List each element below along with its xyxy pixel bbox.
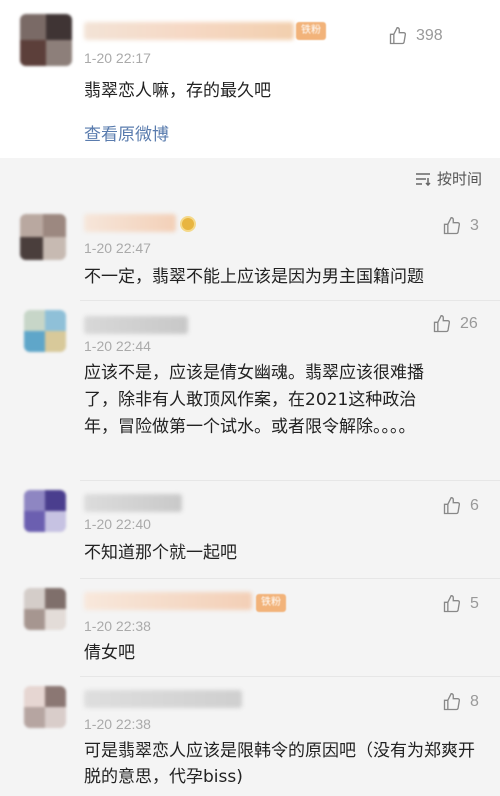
thumbs-up-icon [443, 692, 461, 711]
comment-text: 翡翠恋人嘛，存的最久吧 [84, 81, 271, 101]
fan-badge: 铁粉 [296, 22, 326, 40]
comment-text: 可是翡翠恋人应该是限韩令的原因吧（没有为郑爽开脱的意思，代孕biss) [84, 741, 475, 787]
username[interactable] [84, 690, 242, 708]
like-count: 3 [470, 217, 479, 234]
like-count: 6 [470, 497, 479, 514]
sort-icon [415, 172, 431, 186]
like-button[interactable]: 8 [442, 692, 479, 712]
username[interactable] [84, 316, 188, 334]
username[interactable] [84, 592, 252, 610]
comment-text: 不知道那个就一起吧 [84, 543, 237, 563]
like-button[interactable]: 6 [442, 496, 479, 516]
like-button[interactable]: 5 [442, 594, 479, 614]
sort-label: 按时间 [436, 170, 482, 188]
thumbs-up-icon [443, 216, 461, 235]
like-count: 26 [460, 315, 478, 332]
avatar[interactable] [20, 214, 66, 260]
thumbs-up-icon [443, 594, 461, 613]
comment-time: 1-20 22:17 [84, 50, 151, 66]
fan-badge: 铁粉 [256, 594, 286, 612]
username[interactable] [84, 214, 176, 232]
comment-time: 1-20 22:38 [84, 618, 151, 634]
thumbs-up-icon [443, 496, 461, 515]
avatar[interactable] [24, 490, 66, 532]
view-original-weibo-link[interactable]: 查看原微博 [84, 120, 169, 145]
comment-text: 应该不是，应该是倩女幽魂。翡翠应该很难播了，除非有人敢顶风作案，在2021这种政… [84, 363, 424, 437]
like-count: 8 [470, 693, 479, 710]
avatar[interactable] [24, 310, 66, 352]
like-count: 5 [470, 595, 479, 612]
divider [80, 578, 500, 579]
thumbs-up-icon [389, 26, 407, 45]
medal-icon [180, 216, 196, 232]
username[interactable] [84, 22, 294, 40]
avatar[interactable] [24, 588, 66, 630]
comment-time: 1-20 22:40 [84, 516, 151, 532]
sort-by-time-button[interactable]: 按时间 [415, 168, 482, 189]
like-button[interactable]: 3 [442, 216, 479, 236]
avatar[interactable] [24, 686, 66, 728]
divider [80, 300, 500, 301]
like-button[interactable]: 26 [432, 314, 478, 334]
comment-time: 1-20 22:38 [84, 716, 151, 732]
like-button[interactable]: 398 [388, 26, 443, 46]
comment-time: 1-20 22:47 [84, 240, 151, 256]
thumbs-up-icon [433, 314, 451, 333]
username[interactable] [84, 494, 182, 512]
top-comment-card: 铁粉 1-20 22:17 398 翡翠恋人嘛，存的最久吧 查看原微博 [0, 0, 500, 158]
divider [80, 480, 500, 481]
comment-time: 1-20 22:44 [84, 338, 151, 354]
comment-text: 不一定，翡翠不能上应该是因为男主国籍问题 [84, 267, 424, 287]
divider [80, 676, 500, 677]
avatar[interactable] [20, 14, 72, 66]
like-count: 398 [416, 27, 443, 44]
comment-text: 倩女吧 [84, 643, 135, 663]
